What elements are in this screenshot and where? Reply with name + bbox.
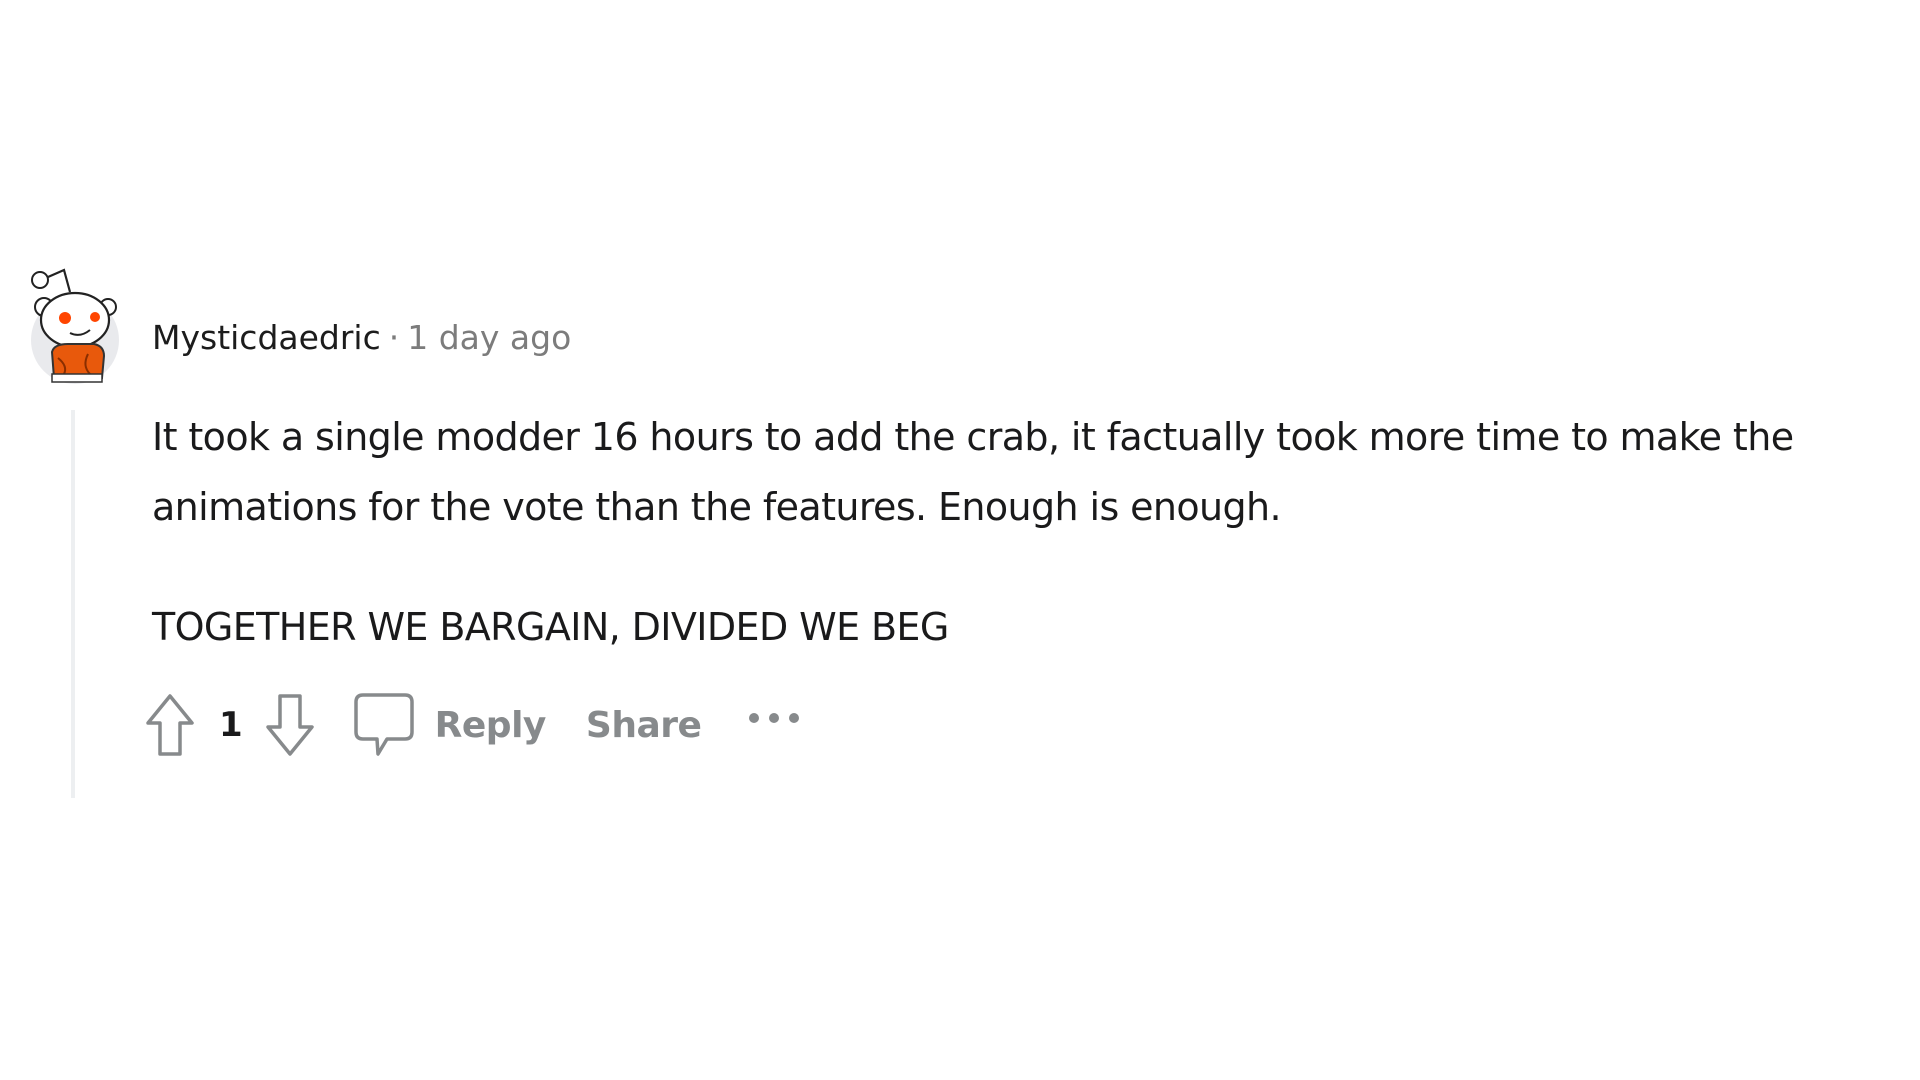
meta-separator: · [388, 318, 400, 357]
avatar[interactable] [28, 262, 124, 388]
downvote-button[interactable] [265, 693, 315, 757]
thread-line[interactable] [71, 410, 75, 798]
comment-button[interactable] [353, 692, 415, 758]
comment-actions: 1 Reply Share [145, 690, 801, 760]
arrow-up-icon [146, 694, 194, 756]
comment-meta: Mysticdaedric · 1 day ago [152, 316, 571, 360]
snoo-avatar-icon [31, 268, 119, 384]
reply-button[interactable]: Reply [435, 705, 547, 746]
author-username[interactable]: Mysticdaedric [152, 318, 381, 357]
share-button[interactable]: Share [586, 705, 702, 746]
timestamp[interactable]: 1 day ago [407, 318, 571, 357]
ellipsis-icon [749, 713, 800, 723]
more-options-button[interactable] [747, 711, 801, 725]
comment-paragraph: It took a single modder 16 hours to add … [152, 415, 1794, 529]
speech-bubble-icon [353, 693, 414, 756]
vote-count: 1 [219, 705, 243, 745]
comment-paragraph: TOGETHER WE BARGAIN, DIVIDED WE BEG [152, 605, 949, 649]
upvote-button[interactable] [145, 693, 195, 757]
arrow-down-icon [265, 694, 314, 756]
comment: Mysticdaedric · 1 day ago It took a single… [0, 0, 1920, 1080]
comment-body: It took a single modder 16 hours to add … [152, 402, 1892, 662]
